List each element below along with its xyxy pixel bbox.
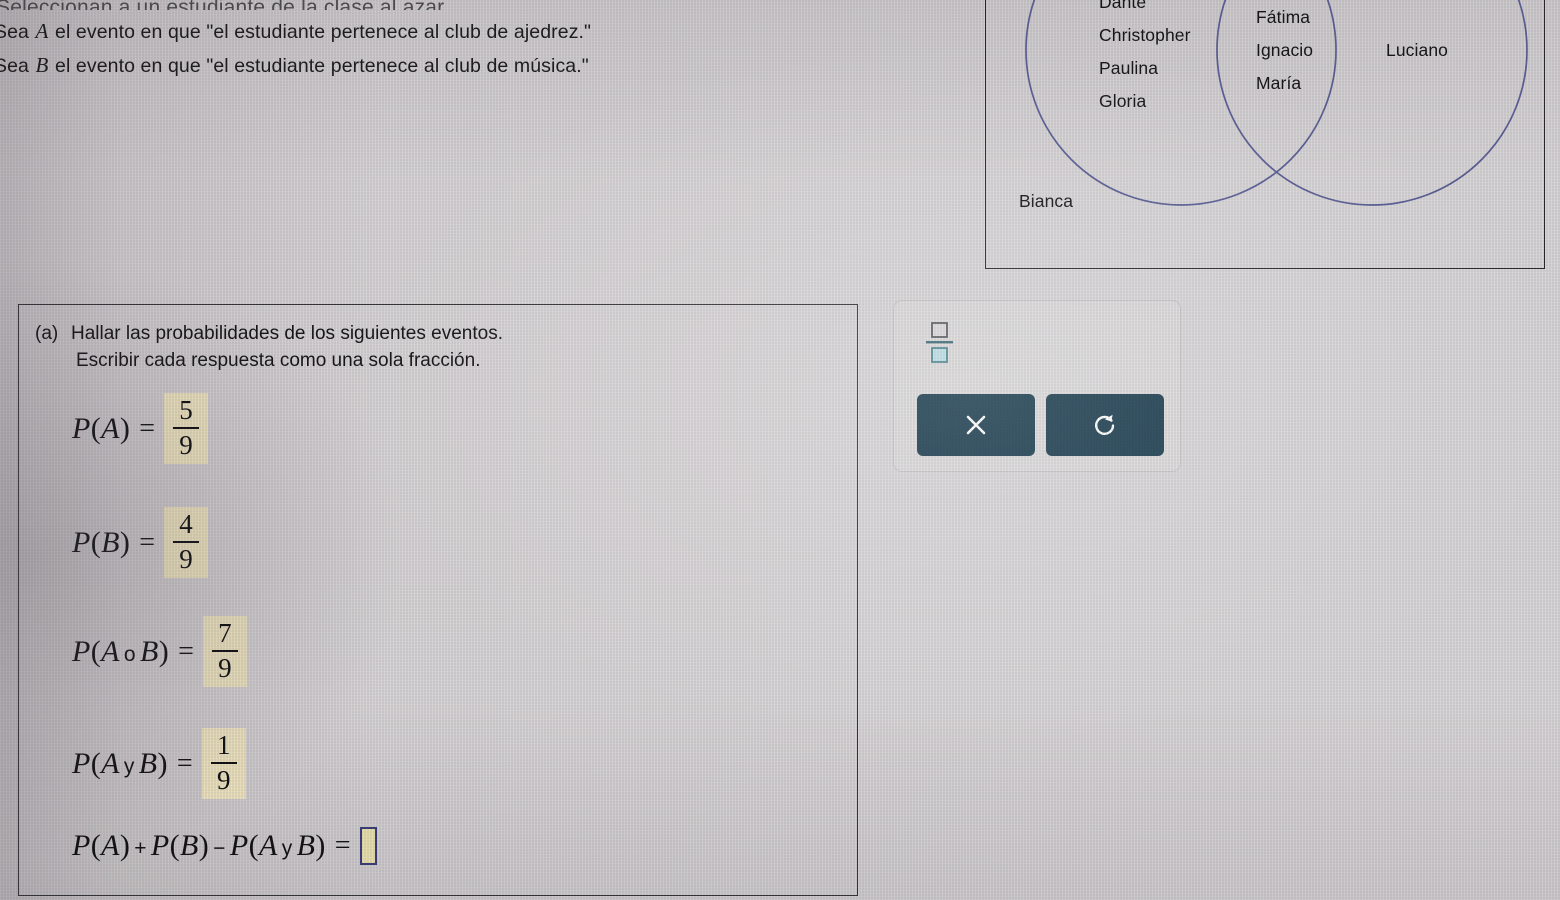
screen-photo: Seleccionan a un estudiante de la clase …: [0, 0, 1560, 900]
event-b-post: el evento en que "el estudiante pertenec…: [55, 55, 589, 77]
equals-sign: =: [139, 412, 156, 444]
fraction-numerator: 5: [179, 395, 193, 425]
fraction-numerator: 7: [218, 618, 232, 648]
open-paren: (: [90, 634, 102, 668]
close-paren: ): [119, 525, 131, 559]
equation-p-of-b: P(B) = 4 9: [72, 507, 209, 579]
arg-a: A: [101, 634, 120, 668]
equation-inclusion-exclusion: P(A) + P(B) − P(A y B) =: [72, 827, 377, 865]
venn-label-left-2: Christopher: [1099, 25, 1191, 45]
connector-or: o: [123, 642, 136, 666]
question-prompt-line-2: Escribir cada respuesta como una sola fr…: [76, 350, 481, 371]
question-prompt-text-1: Hallar las probabilidades de los siguien…: [71, 323, 503, 344]
close-icon: [966, 415, 986, 435]
venn-label-right-1: Luciano: [1386, 40, 1449, 60]
minus-sign: −: [213, 837, 226, 860]
fraction-bar: [173, 427, 200, 430]
venn-label-left-3: Paulina: [1099, 58, 1159, 78]
event-a-post: el evento en que "el estudiante pertenec…: [55, 21, 592, 43]
fraction-icon: [926, 322, 953, 363]
fraction-denominator: 9: [216, 765, 231, 796]
clear-button[interactable]: [917, 394, 1035, 456]
question-label: (a): [35, 323, 59, 344]
expr-inclusion-exclusion: P(A) + P(B) − P(A y B): [72, 829, 326, 862]
open-paren: (: [90, 525, 102, 559]
equals-sign: =: [334, 830, 351, 861]
fraction-numerator: 4: [179, 509, 193, 539]
expr-p-of-b: P(B): [72, 526, 130, 560]
venn-label-left-1: Dante: [1099, 0, 1147, 12]
event-a-pre: Sea: [0, 21, 29, 43]
connector-and: y: [281, 837, 293, 860]
event-b-pre: Sea: [0, 55, 29, 77]
equals-sign: =: [178, 635, 194, 667]
arg-b: B: [138, 746, 158, 780]
arg-a: A: [101, 411, 120, 445]
answer-field-p-of-b[interactable]: 4 9: [164, 507, 209, 579]
fraction-numerator: 1: [216, 730, 231, 760]
arg-a: A: [101, 746, 120, 780]
open-paren: (: [90, 411, 102, 445]
close-paren: ): [158, 634, 170, 668]
event-a-sentence: Sea A el evento en que "el estudiante pe…: [0, 19, 960, 44]
p-symbol: P: [72, 746, 91, 780]
question-prompt-line-1: (a) Hallar las probabilidades de los sigu…: [35, 323, 503, 345]
fraction-bar: [211, 650, 238, 653]
venn-label-left-4: Gloria: [1099, 91, 1147, 111]
venn-circle-b: [1216, 0, 1528, 206]
venn-label-outside-1: Bianca: [1019, 191, 1074, 211]
event-b-variable: B: [35, 53, 49, 77]
equation-p-of-a-or-b: P(A o B) = 7 9: [72, 616, 247, 688]
answer-field-p-of-a-or-b[interactable]: 7 9: [202, 616, 247, 688]
answer-input-empty[interactable]: [359, 827, 377, 865]
answer-field-p-of-a-and-b[interactable]: 1 9: [201, 728, 246, 800]
event-b-sentence: Sea B el evento en que "el estudiante pe…: [0, 53, 960, 78]
fraction-denominator: 9: [218, 653, 232, 684]
fraction-bar: [173, 541, 200, 544]
arg-a-1: A: [101, 829, 120, 862]
arg-b: B: [139, 634, 159, 668]
undo-icon: [1095, 414, 1115, 435]
equals-sign: =: [176, 747, 193, 779]
arg-b-2: B: [180, 829, 199, 862]
plus-sign: +: [134, 837, 147, 860]
arg-b-3: B: [296, 829, 316, 862]
fraction-denominator: 9: [179, 430, 193, 461]
venn-label-inter-1: Fátima: [1256, 7, 1311, 27]
open-paren: (: [90, 746, 102, 780]
problem-statement: Seleccionan a un estudiante de la clase …: [0, 0, 960, 78]
arg-b: B: [101, 525, 120, 559]
p-symbol-1: P: [72, 829, 91, 862]
fraction-bar: [210, 762, 237, 765]
p-symbol: P: [72, 411, 91, 445]
undo-button[interactable]: [1046, 394, 1164, 456]
p-symbol: P: [72, 525, 91, 559]
p-symbol: P: [72, 634, 91, 668]
equals-sign: =: [139, 526, 156, 558]
expr-p-of-a: P(A): [72, 412, 130, 446]
answer-field-p-of-a[interactable]: 5 9: [164, 393, 209, 465]
p-symbol-3: P: [229, 829, 249, 862]
math-input-toolbar: [893, 300, 1181, 472]
venn-label-inter-3: María: [1256, 73, 1302, 93]
expr-p-of-a-or-b: P(A o B): [72, 635, 169, 669]
equation-p-of-a-and-b: P(A y B) = 1 9: [72, 728, 246, 800]
connector-and: y: [123, 754, 135, 778]
p-symbol-2: P: [150, 829, 170, 862]
expr-p-of-a-and-b: P(A y B): [72, 747, 168, 781]
equation-p-of-a: P(A) = 5 9: [72, 393, 209, 465]
arg-a-3: A: [258, 829, 278, 862]
close-paren: ): [157, 746, 168, 780]
venn-label-inter-2: Ignacio: [1256, 40, 1314, 60]
event-a-variable: A: [35, 19, 49, 43]
fraction-template-button[interactable]: [924, 321, 958, 367]
intro-line-cut: Seleccionan a un estudiante de la clase …: [0, 0, 960, 10]
question-part-a: (a) Hallar las probabilidades de los sigu…: [18, 304, 858, 896]
close-paren: ): [119, 411, 131, 445]
fraction-denominator: 9: [179, 544, 193, 575]
venn-diagram: Dante Christopher Paulina Gloria Fátima …: [985, 0, 1545, 269]
